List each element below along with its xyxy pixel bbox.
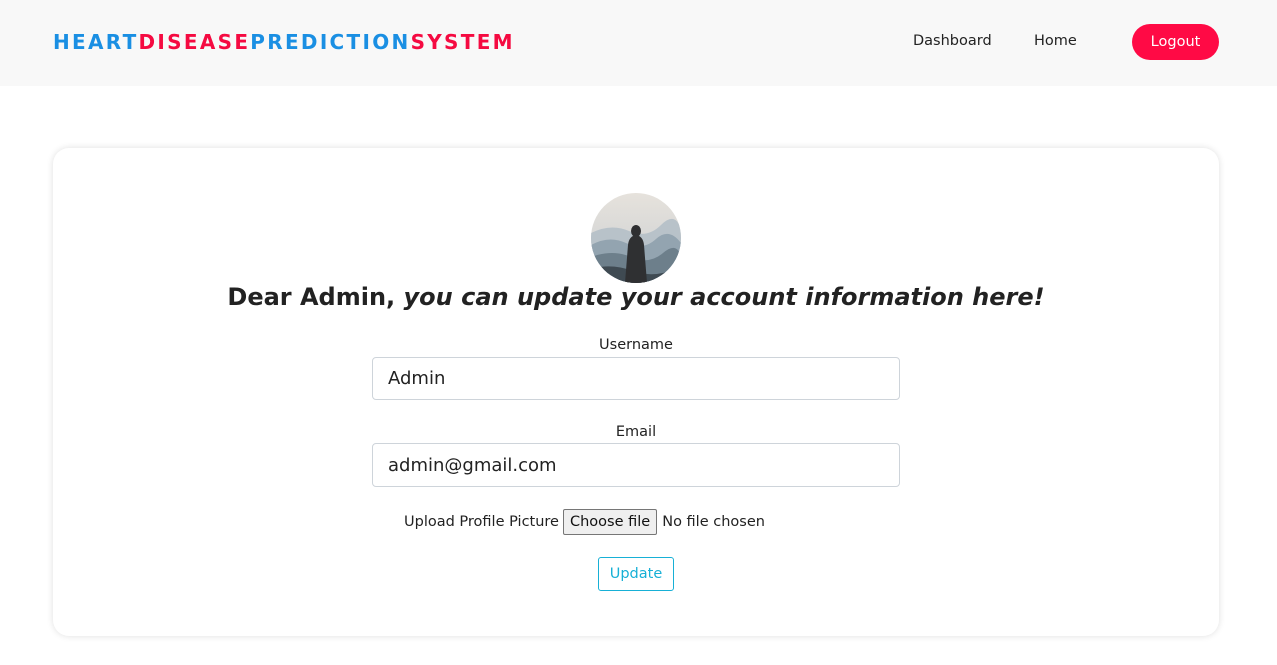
brand-part-heart: HEART [53,30,139,54]
brand-part-system: SYSTEM [410,30,515,54]
username-input[interactable] [372,357,900,400]
greeting-name: Dear Admin, [227,283,396,311]
nav-link-home[interactable]: Home [1034,31,1077,51]
navbar: HEARTDISEASEPREDICTIONSYSTEM Dashboard H… [0,0,1277,86]
page-title: Dear Admin, you can update your account … [53,279,1219,315]
file-status-text: No file chosen [662,513,765,530]
logout-button[interactable]: Logout [1132,24,1219,60]
brand-part-prediction: PREDICTION [250,30,411,54]
profile-card: Dear Admin, you can update your account … [53,148,1219,636]
nav-link-dashboard[interactable]: Dashboard [913,31,992,51]
choose-file-button[interactable]: Choose file [562,508,658,535]
upload-label: Upload Profile Picture [404,513,559,530]
upload-profile-picture: Upload Profile Picture Choose file No fi… [404,508,765,535]
brand-logo[interactable]: HEARTDISEASEPREDICTIONSYSTEM [53,29,515,55]
avatar-icon [591,193,681,283]
email-label: Email [615,424,657,440]
email-input[interactable] [372,443,900,487]
greeting-message: you can update your account information … [403,283,1045,311]
avatar [591,193,681,283]
update-button[interactable]: Update [598,557,674,591]
username-label: Username [599,337,673,353]
brand-part-disease: DISEASE [138,30,251,54]
